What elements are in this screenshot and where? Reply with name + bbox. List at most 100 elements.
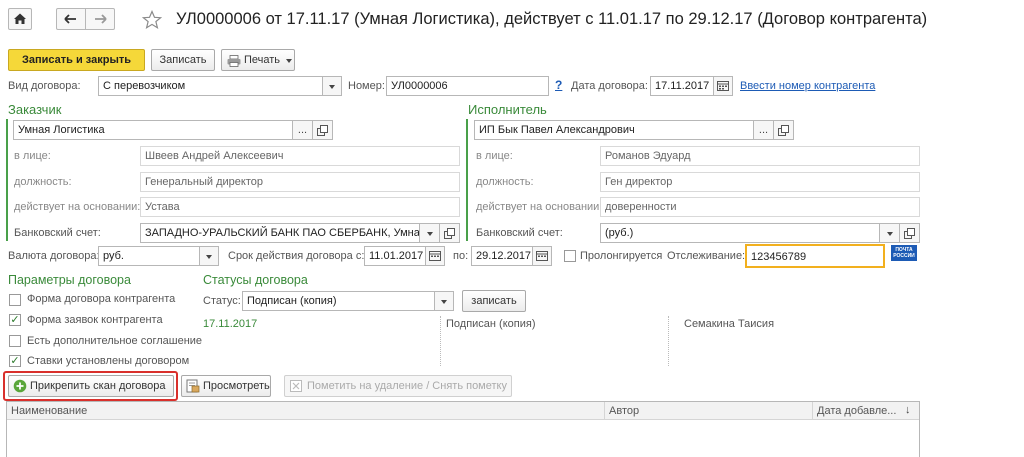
param-label-1: Форма заявок контрагента: [27, 314, 163, 326]
view-label: Просмотреть: [203, 380, 270, 392]
russian-post-logo[interactable]: ПОЧТА РОССИИ: [891, 245, 917, 261]
date-from-field[interactable]: 11.01.2017: [364, 246, 426, 266]
contractor-position-label: должность:: [476, 176, 534, 188]
status-row-status: Подписан (копия): [446, 318, 536, 330]
customer-position-field[interactable]: Генеральный директор: [140, 172, 460, 192]
params-header: Параметры договора: [8, 273, 131, 287]
contractor-basis-field[interactable]: доверенности: [600, 197, 920, 217]
prolong-checkbox[interactable]: [564, 250, 576, 262]
status-label: Статус:: [203, 295, 241, 307]
customer-open-button[interactable]: [312, 120, 333, 140]
customer-bank-label: Банковский счет:: [14, 227, 101, 239]
home-button[interactable]: [8, 8, 32, 30]
delete-mark-icon: [290, 380, 302, 392]
open-icon: [444, 228, 455, 239]
tracking-field[interactable]: 123456789: [745, 244, 885, 268]
contractor-bank-open-button[interactable]: [899, 223, 920, 243]
contractor-person-field[interactable]: Романов Эдуард: [600, 146, 920, 166]
param-checkbox-3[interactable]: ✓: [9, 355, 21, 367]
contractor-open-button[interactable]: [773, 120, 794, 140]
files-table[interactable]: Наименование Автор Дата добавле... ↓: [6, 401, 920, 457]
customer-name-field[interactable]: Умная Логистика: [13, 120, 293, 140]
attach-scan-label: Прикрепить скан договора: [30, 380, 166, 392]
param-label-0: Форма договора контрагента: [27, 293, 176, 305]
save-button[interactable]: Записать: [151, 49, 215, 71]
status-write-button[interactable]: записать: [462, 290, 526, 312]
period-label: Срок действия договора с:: [228, 250, 365, 262]
chevron-down-icon: [329, 85, 335, 89]
date-from-calendar-button[interactable]: [425, 246, 445, 266]
param-label-3: Ставки установлены договором: [27, 355, 190, 367]
mark-delete-button[interactable]: Пометить на удаление / Снять пометку: [284, 375, 512, 397]
forward-button[interactable]: [85, 8, 115, 30]
favorite-star-icon[interactable]: [142, 10, 162, 30]
column-divider-2: [812, 402, 813, 420]
contract-type-label: Вид договора:: [8, 80, 81, 92]
contractor-position-field[interactable]: Ген директор: [600, 172, 920, 192]
column-name-header[interactable]: Наименование: [11, 405, 87, 417]
currency-label: Валюта договора:: [8, 250, 100, 262]
calendar-button[interactable]: [713, 76, 733, 96]
contract-type-dropdown[interactable]: [322, 76, 342, 96]
param-label-2: Есть дополнительное соглашение: [27, 335, 203, 347]
calendar-icon: [717, 81, 729, 91]
calendar-icon: [429, 251, 441, 261]
customer-person-field[interactable]: Швеев Андрей Алексеевич: [140, 146, 460, 166]
contract-date-field[interactable]: 17.11.2017: [650, 76, 714, 96]
column-author-header[interactable]: Автор: [609, 405, 639, 417]
contract-date-label: Дата договора:: [571, 80, 648, 92]
chevron-down-icon: [887, 232, 893, 236]
sort-arrow-down-icon[interactable]: ↓: [905, 404, 911, 416]
save-and-close-button[interactable]: Записать и закрыть: [8, 49, 145, 71]
date-to-calendar-button[interactable]: [532, 246, 552, 266]
status-row-divider-1: [440, 316, 441, 366]
customer-bank-field[interactable]: ЗАПАДНО-УРАЛЬСКИЙ БАНК ПАО СБЕРБАНК, Умн…: [140, 223, 420, 243]
contractor-name-field[interactable]: ИП Бык Павел Александрович: [474, 120, 754, 140]
post-logo-line2: РОССИИ: [893, 253, 915, 259]
customer-bank-dropdown[interactable]: [419, 223, 440, 243]
view-button[interactable]: Просмотреть: [181, 375, 271, 397]
help-icon[interactable]: ?: [555, 78, 562, 92]
contractor-bank-field[interactable]: (руб.): [600, 223, 880, 243]
print-label: Печать: [244, 54, 281, 66]
chevron-down-icon: [441, 300, 447, 304]
to-label: по:: [453, 250, 469, 262]
back-button[interactable]: [56, 8, 86, 30]
customer-person-label: в лице:: [14, 150, 51, 162]
contractor-person-label: в лице:: [476, 150, 513, 162]
contractor-select-button[interactable]: ...: [753, 120, 774, 140]
enter-contractor-number-link[interactable]: Ввести номер контрагента: [740, 80, 875, 92]
calendar-icon: [536, 251, 548, 261]
print-button[interactable]: Печать: [221, 49, 295, 71]
date-to-field[interactable]: 29.12.2017: [471, 246, 533, 266]
status-row-author: Семакина Таисия: [684, 318, 775, 330]
contractor-bank-dropdown[interactable]: [879, 223, 900, 243]
column-date-header[interactable]: Дата добавле...: [817, 405, 896, 417]
number-label: Номер:: [348, 80, 385, 92]
number-field[interactable]: УЛ0000006: [386, 76, 549, 96]
param-checkbox-0[interactable]: [9, 294, 21, 306]
param-checkbox-2[interactable]: [9, 335, 21, 347]
arrow-left-icon: [64, 14, 76, 24]
customer-basis-label: действует на основании:: [14, 201, 141, 213]
printer-icon: [227, 55, 241, 67]
page-title: УЛ0000006 от 17.11.17 (Умная Логистика),…: [176, 10, 928, 28]
view-document-icon: [186, 379, 200, 393]
customer-basis-field[interactable]: Устава: [140, 197, 460, 217]
prolong-label: Пролонгируется: [580, 250, 663, 262]
status-select[interactable]: Подписан (копия): [242, 291, 435, 311]
chevron-down-icon: [427, 232, 433, 236]
statuses-header: Статусы договора: [203, 273, 308, 287]
status-dropdown[interactable]: [434, 291, 454, 311]
currency-dropdown[interactable]: [199, 246, 219, 266]
customer-bank-open-button[interactable]: [439, 223, 460, 243]
contractor-basis-label: действует на основании:: [476, 201, 603, 213]
home-icon: [14, 13, 26, 24]
currency-field[interactable]: руб.: [98, 246, 200, 266]
attach-scan-button[interactable]: Прикрепить скан договора: [8, 375, 174, 397]
customer-select-button[interactable]: ...: [292, 120, 313, 140]
chevron-down-icon: [286, 59, 292, 63]
customer-position-label: должность:: [14, 176, 72, 188]
param-checkbox-1[interactable]: ✓: [9, 314, 21, 326]
contract-type-select[interactable]: С перевозчиком: [98, 76, 323, 96]
